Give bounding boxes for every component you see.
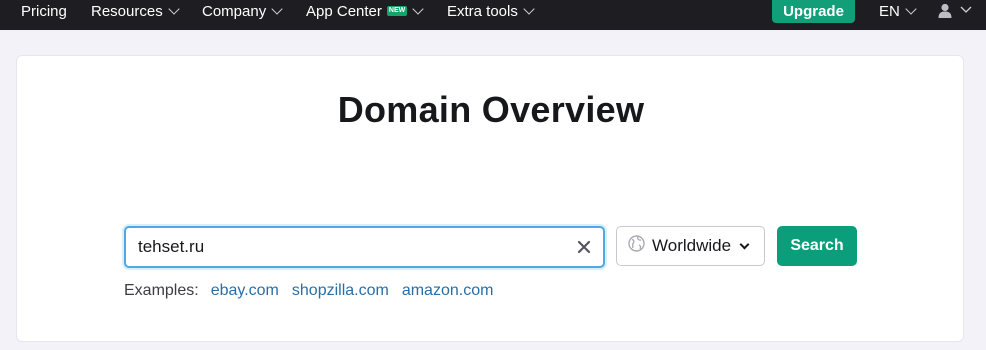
domain-search-input[interactable] xyxy=(138,237,558,257)
examples-label: Examples: xyxy=(124,282,199,299)
region-select[interactable]: Worldwide xyxy=(616,226,765,266)
chevron-down-icon xyxy=(523,2,535,15)
nav-resources-label: Resources xyxy=(91,2,163,20)
chevron-down-icon xyxy=(168,2,180,15)
chevron-down-icon xyxy=(905,2,917,15)
domain-overview-card: Domain Overview Worldwide Search Example… xyxy=(16,55,964,342)
close-icon[interactable] xyxy=(577,240,591,259)
language-label: EN xyxy=(879,2,900,20)
chevron-down-icon xyxy=(412,2,424,15)
nav-resources[interactable]: Resources xyxy=(91,0,180,22)
region-label: Worldwide xyxy=(652,236,732,255)
language-selector[interactable]: EN xyxy=(879,0,917,22)
nav-pricing-label: Pricing xyxy=(21,2,67,20)
user-icon xyxy=(938,3,972,18)
nav-extra-tools-label: Extra tools xyxy=(447,2,518,20)
nav-pricing[interactable]: Pricing xyxy=(21,0,67,22)
examples-row: Examples: ebay.com shopzilla.com amazon.… xyxy=(124,282,506,300)
nav-app-center[interactable]: App Center NEW xyxy=(306,0,424,22)
nav-extra-tools[interactable]: Extra tools xyxy=(447,0,535,22)
upgrade-button[interactable]: Upgrade xyxy=(772,0,855,23)
search-button[interactable]: Search xyxy=(777,226,857,266)
nav-company[interactable]: Company xyxy=(202,0,283,22)
nav-app-center-label: App Center xyxy=(306,2,382,20)
example-link-amazon[interactable]: amazon.com xyxy=(402,282,494,300)
page-title: Domain Overview xyxy=(337,89,645,130)
example-link-shopzilla[interactable]: shopzilla.com xyxy=(292,282,389,300)
user-menu[interactable] xyxy=(938,3,974,24)
chevron-down-icon xyxy=(739,239,750,249)
nav-company-label: Company xyxy=(202,2,267,20)
globe-icon xyxy=(628,235,645,257)
example-link-ebay[interactable]: ebay.com xyxy=(211,282,279,300)
new-badge: NEW xyxy=(386,6,408,16)
chevron-down-icon xyxy=(271,2,283,15)
top-navigation: Pricing Resources Company App Center NEW… xyxy=(0,0,986,30)
domain-search-field[interactable] xyxy=(124,226,605,268)
